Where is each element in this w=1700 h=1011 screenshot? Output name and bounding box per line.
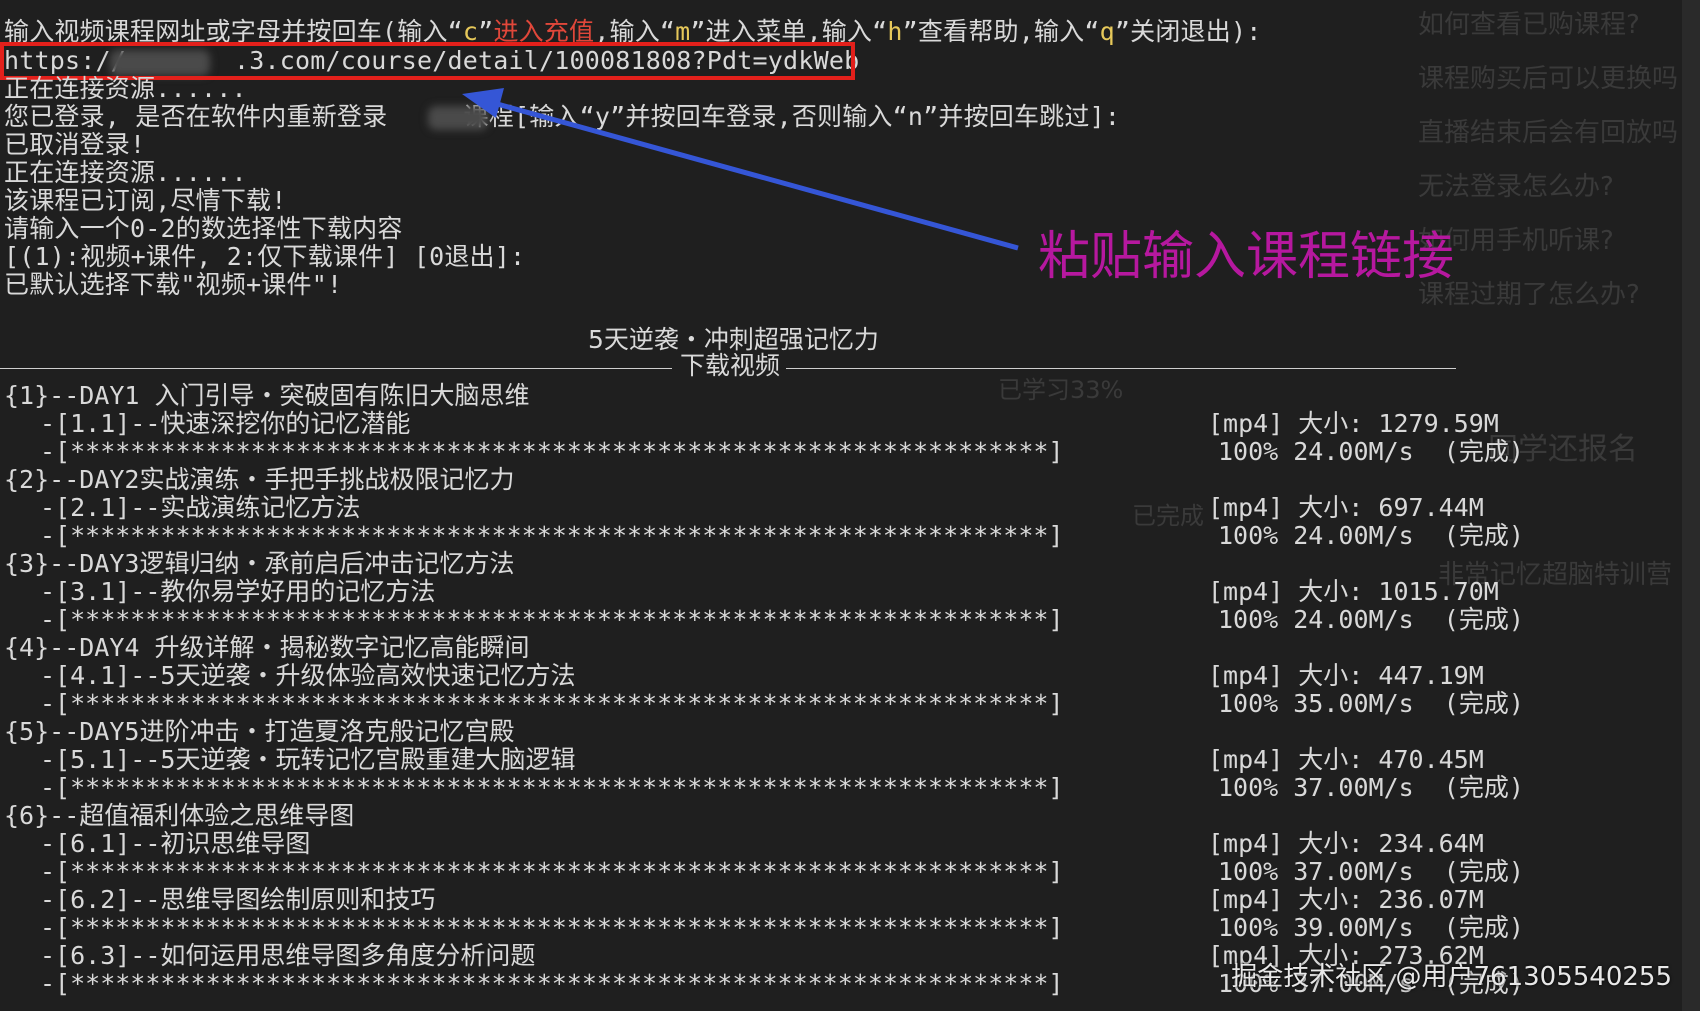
progress-bar: -[**************************************… (40, 773, 1064, 802)
separator-line (786, 368, 1456, 369)
progress-bar: -[**************************************… (40, 913, 1064, 942)
file-meta: [mp4] 大小: 234.64M (1208, 829, 1484, 858)
progress-bar: -[**************************************… (40, 857, 1064, 886)
download-status: 100% 24.00M/s (完成) (1218, 605, 1524, 634)
chapter-row: {5}--DAY5进阶冲击・打造夏洛克般记忆宫殿 (4, 717, 515, 746)
chapter-row: {6}--超值福利体验之思维导图 (4, 801, 355, 830)
course-title: 5天逆袭・冲刺超强记忆力 (588, 325, 879, 354)
file-meta: [mp4] 大小: 697.44M (1208, 493, 1484, 522)
chapter-row: {4}--DAY4 升级详解・揭秘数字记忆高能瞬间 (4, 633, 530, 662)
watermark: 掘金技术社区 @用户761305540255 (1231, 962, 1672, 992)
section-label: 下载视频 (676, 352, 785, 380)
download-status: 100% 24.00M/s (完成) (1218, 437, 1524, 466)
progress-bar: -[**************************************… (40, 969, 1064, 998)
lesson-title: -[2.1]--实战演练记忆方法 (40, 493, 361, 522)
download-status: 100% 37.00M/s (完成) (1218, 857, 1524, 886)
file-meta: [mp4] 大小: 1279.59M (1208, 409, 1499, 438)
progress-bar: -[**************************************… (40, 689, 1064, 718)
file-meta: [mp4] 大小: 1015.70M (1208, 577, 1499, 606)
progress-bar: -[**************************************… (40, 605, 1064, 634)
lesson-title: -[5.1]--5天逆袭・玩转记忆宫殿重建大脑逻辑 (40, 745, 576, 774)
chapter-row: {2}--DAY2实战演练・手把手挑战极限记忆力 (4, 465, 515, 494)
file-meta: [mp4] 大小: 447.19M (1208, 661, 1484, 690)
progress-bar: -[**************************************… (40, 521, 1064, 550)
download-status: 100% 24.00M/s (完成) (1218, 521, 1524, 550)
file-meta: [mp4] 大小: 236.07M (1208, 885, 1484, 914)
file-meta: [mp4] 大小: 470.45M (1208, 745, 1484, 774)
lesson-title: -[6.1]--初识思维导图 (40, 829, 311, 858)
lesson-title: -[3.1]--教你易学好用的记忆方法 (40, 577, 436, 606)
lesson-title: -[4.1]--5天逆袭・升级体验高效快速记忆方法 (40, 661, 576, 690)
chapter-row: {3}--DAY3逻辑归纳・承前启后冲击记忆方法 (4, 549, 515, 578)
download-status: 100% 39.00M/s (完成) (1218, 913, 1524, 942)
separator-line (0, 368, 672, 369)
terminal-window[interactable]: 输入视频课程网址或字母并按回车(输入“c”进入充值,输入“m”进入菜单,输入“h… (0, 0, 1690, 1011)
lesson-title: -[1.1]--快速深挖你的记忆潜能 (40, 409, 411, 438)
download-status: 100% 37.00M/s (完成) (1218, 773, 1524, 802)
download-status: 100% 35.00M/s (完成) (1218, 689, 1524, 718)
lesson-title: -[6.2]--思维导图绘制原则和技巧 (40, 885, 436, 914)
lesson-title: -[6.3]--如何运用思维导图多角度分析问题 (40, 941, 536, 970)
chapter-row: {1}--DAY1 入门引导・突破固有陈旧大脑思维 (4, 381, 530, 410)
annotation-text: 粘贴输入课程链接 (1038, 227, 1455, 287)
progress-bar: -[**************************************… (40, 437, 1064, 466)
